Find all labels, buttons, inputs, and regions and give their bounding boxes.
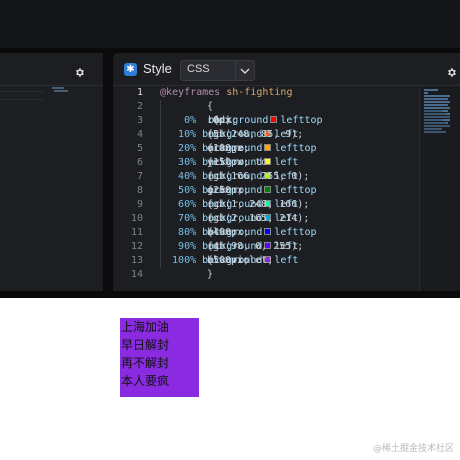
chevron-down-icon <box>235 61 254 80</box>
line-number: 7 <box>136 171 143 182</box>
box-line: 本人要疯 <box>121 374 170 388</box>
box-line: 早日解封 <box>121 338 170 352</box>
language-select[interactable]: CSS <box>180 60 255 81</box>
code-line: 6 30% {background: yellow; left:150px; t… <box>113 156 420 170</box>
minimap-row <box>424 122 446 124</box>
code-text: 90% {background: rgb(98, 0, 255); left:4 <box>160 241 310 252</box>
line-number: 3 <box>136 115 143 126</box>
box-line: 上海加油 <box>121 320 170 334</box>
gear-icon[interactable] <box>74 63 85 82</box>
line-number: 11 <box>130 227 143 238</box>
panel-title: Style <box>143 61 172 76</box>
top-bar <box>0 0 460 48</box>
minimap-row <box>424 128 442 130</box>
line-number: 4 <box>136 129 143 140</box>
minimap-row <box>424 98 448 100</box>
line-number: 9 <box>136 199 143 210</box>
minimap-row <box>424 92 428 94</box>
code-line: 1 @keyframes sh-fighting <box>113 86 420 100</box>
color-swatch[interactable] <box>264 228 272 235</box>
code-text: @keyframes sh-fighting <box>160 87 293 98</box>
line-number: 8 <box>136 185 143 196</box>
divider <box>0 99 45 100</box>
minimap-row <box>424 104 448 106</box>
minimap-row <box>424 116 450 118</box>
code-text: 80% {background: blue; left:400px; top: <box>160 227 317 238</box>
left-pane-header <box>0 53 103 86</box>
code-line: 4 10% {background: rgb(248, 85, 9); left… <box>113 128 420 142</box>
style-pane: ✱ Style CSS 1 @keyframes sh-fighting 2{3 0… <box>113 53 460 291</box>
code-text: 70% {background: rgb(2, 165, 214); left <box>160 213 316 224</box>
code-text: 0% {background: red; left:0px; top:0px <box>160 115 323 126</box>
code-line: 7 40% {background: rgb(166, 255, 0); lef… <box>113 170 420 184</box>
line-number: 10 <box>130 213 143 224</box>
minimap[interactable] <box>419 86 460 291</box>
color-swatch[interactable] <box>264 144 272 151</box>
minimap-row <box>424 119 442 121</box>
color-swatch[interactable] <box>264 186 272 193</box>
code-line: 2{ <box>113 100 420 114</box>
code-text: 100% {background: blueviolet; left:500px… <box>160 255 299 266</box>
code-text: 10% {background: rgb(248, 85, 9); left:5 <box>160 129 310 140</box>
minimap-row <box>424 110 442 112</box>
minimap-row <box>424 113 446 115</box>
code-text: 40% {background: rgb(166, 255, 0); left: <box>160 171 316 182</box>
language-value: CSS <box>187 63 210 75</box>
line-number: 14 <box>130 269 143 280</box>
style-pane-header: ✱ Style CSS <box>113 53 460 86</box>
line-number: 13 <box>130 255 143 266</box>
asterisk-icon: ✱ <box>124 63 137 76</box>
minimap-row <box>424 89 438 91</box>
line-number: 1 <box>136 87 143 98</box>
line-number: 5 <box>136 143 143 154</box>
gear-icon[interactable] <box>446 63 457 82</box>
code-line: 13 100% {background: blueviolet; left:50… <box>113 254 420 268</box>
code-line: 8 50% {background: green; left:250px; to… <box>113 184 420 198</box>
box-line: 再不解封 <box>121 356 170 370</box>
code-line: 3 0% {background: red; left:0px; top:0px <box>113 114 420 128</box>
minimap-row <box>424 101 450 103</box>
code-text: 60% {background: rgb(1, 248, 166); left <box>160 199 316 210</box>
minimap <box>52 87 68 92</box>
minimap-row <box>424 131 446 133</box>
animated-box: 上海加油 早日解封 再不解封 本人要疯 <box>120 318 199 397</box>
minimap-row <box>424 95 450 97</box>
divider <box>0 91 45 92</box>
code-line: 10 70% {background: rgb(2, 165, 214); le… <box>113 212 420 226</box>
code-line: 12 90% {background: rgb(98, 0, 255); lef… <box>113 240 420 254</box>
code-text: 20% {background: orange; left:100px; top: <box>160 143 317 154</box>
watermark: @稀土掘金技术社区 <box>372 444 454 454</box>
minimap-row <box>424 125 450 127</box>
code-editor[interactable]: 1 @keyframes sh-fighting 2{3 0% {backgroun… <box>113 86 420 291</box>
code-line: 11 80% {background: blue; left:400px; to… <box>113 226 420 240</box>
code-line: 14} <box>113 268 420 282</box>
line-number: 12 <box>130 241 143 252</box>
minimap-row <box>424 107 450 109</box>
code-text: 50% {background: green; left:250px; top <box>160 185 317 196</box>
line-number: 2 <box>136 101 143 112</box>
left-pane <box>0 53 103 291</box>
code-line: 5 20% {background: orange; left:100px; to… <box>113 142 420 156</box>
code-text: 30% {background: yellow; left:150px; to <box>160 157 299 168</box>
code-line: 9 60% {background: rgb(1, 248, 166); lef… <box>113 198 420 212</box>
color-swatch[interactable] <box>270 116 278 123</box>
line-number: 6 <box>136 157 143 168</box>
